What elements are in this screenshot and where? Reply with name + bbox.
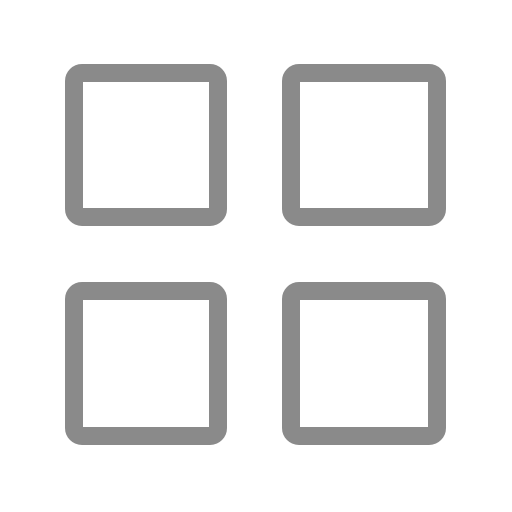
icon-canvas (0, 0, 512, 512)
grid-cell-bottom-left (65, 282, 227, 445)
grid-cell-top-right (282, 64, 446, 226)
grid-cell-bottom-right (282, 282, 446, 445)
grid-cell-top-left (65, 64, 227, 226)
grid-icon (65, 64, 446, 445)
